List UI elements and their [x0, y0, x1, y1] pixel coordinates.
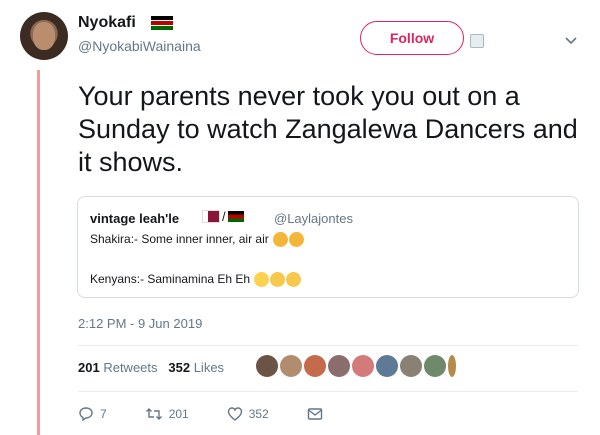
- kenya-flag-icon: [227, 211, 244, 222]
- likes-label[interactable]: Likes: [194, 360, 224, 375]
- heart-icon: [227, 407, 242, 421]
- retweet-icon: [145, 408, 162, 420]
- hugging-face-icon: [273, 232, 289, 248]
- eye-roll-icon: [286, 272, 302, 288]
- reply-icon: [79, 407, 93, 422]
- retweet-count: 201: [168, 407, 189, 421]
- hugging-face-icon: [289, 232, 305, 248]
- avatar[interactable]: [328, 355, 350, 377]
- quoted-author-name: vintage leah'le: [90, 211, 180, 226]
- avatar[interactable]: [424, 355, 446, 377]
- liker-avatars[interactable]: [256, 355, 456, 377]
- avatar-face: [33, 22, 55, 50]
- like-count: 352: [248, 407, 269, 421]
- thread-rail: [37, 70, 40, 435]
- quoted-tweet[interactable]: vintage leah'le / @Laylajontes Shakira:-…: [77, 196, 579, 298]
- follow-button[interactable]: Follow: [360, 21, 464, 55]
- extension-icon[interactable]: [470, 34, 484, 48]
- timestamp[interactable]: 2:12 PM - 9 Jun 2019: [78, 316, 202, 331]
- reply-count: 7: [100, 407, 107, 421]
- chevron-down-icon[interactable]: [564, 36, 578, 46]
- avatar[interactable]: [448, 355, 456, 377]
- like-action[interactable]: 352: [227, 406, 269, 422]
- quoted-author-handle: @Laylajontes: [274, 211, 353, 226]
- avatar[interactable]: [352, 355, 374, 377]
- quoted-flags: /: [202, 209, 244, 224]
- tweet-text: Your parents never took you out on a Sun…: [78, 81, 578, 177]
- quoted-line-1: Shakira:- Some inner inner, air air: [90, 232, 305, 248]
- author-avatar[interactable]: [20, 12, 68, 60]
- qatar-flag-icon: [202, 210, 220, 223]
- avatar[interactable]: [376, 355, 398, 377]
- avatar[interactable]: [256, 355, 278, 377]
- avatar[interactable]: [400, 355, 422, 377]
- engagement-stats: 201 Retweets 352 Likes: [78, 360, 224, 375]
- avatar[interactable]: [304, 355, 326, 377]
- slash: /: [222, 209, 226, 224]
- kenya-flag-icon: [151, 16, 173, 30]
- divider: [78, 391, 578, 392]
- quoted-line-1-text: Shakira:- Some inner inner, air air: [90, 232, 269, 246]
- author-name[interactable]: Nyokafi: [78, 14, 136, 32]
- retweet-count[interactable]: 201: [78, 360, 100, 375]
- retweets-label[interactable]: Retweets: [103, 360, 157, 375]
- message-action[interactable]: [307, 406, 323, 422]
- retweet-action[interactable]: 201: [145, 406, 189, 422]
- eye-roll-icon: [270, 272, 286, 288]
- avatar[interactable]: [280, 355, 302, 377]
- author-handle[interactable]: @NyokabiWainaina: [78, 38, 201, 54]
- tweet-actions: 7 201 352: [78, 406, 361, 422]
- quoted-line-2-text: Kenyans:- Saminamina Eh Eh: [90, 272, 251, 286]
- divider: [78, 345, 578, 346]
- envelope-icon: [307, 408, 322, 420]
- reply-action[interactable]: 7: [78, 406, 107, 422]
- quoted-line-2: Kenyans:- Saminamina Eh Eh: [90, 272, 302, 288]
- tears-of-joy-icon: [254, 272, 270, 288]
- like-count[interactable]: 352: [168, 360, 190, 375]
